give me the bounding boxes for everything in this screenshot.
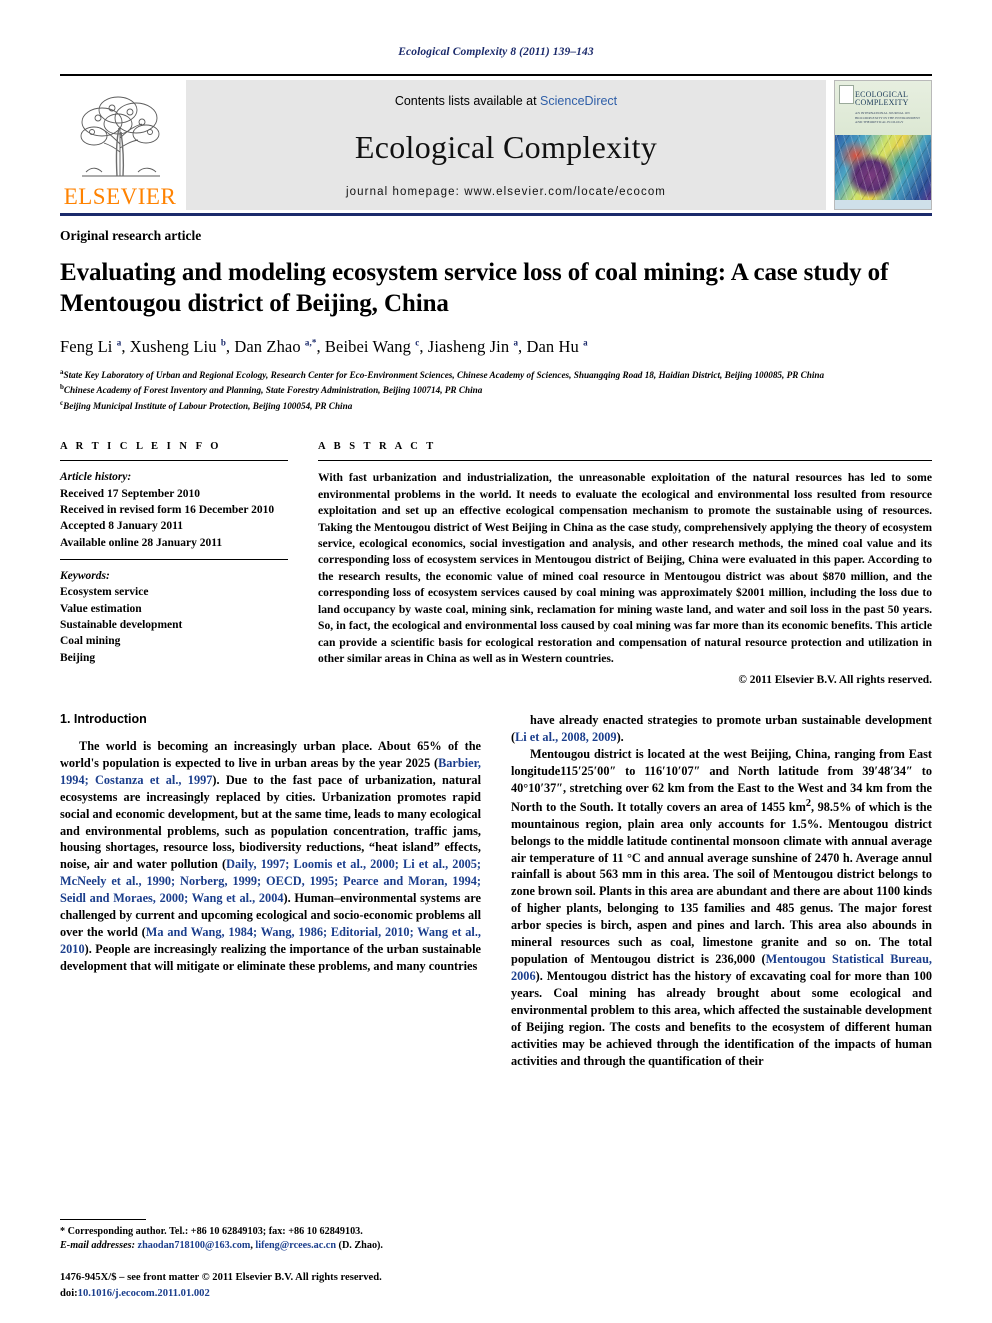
cover-artwork bbox=[835, 134, 931, 209]
keywords-rule bbox=[60, 558, 288, 560]
article-history-group: Article history: Received 17 September 2… bbox=[60, 469, 288, 551]
elsevier-wordmark: ELSEVIER bbox=[63, 184, 177, 209]
article-page: Ecological Complexity 8 (2011) 139–143 E… bbox=[0, 0, 992, 1323]
keyword-item: Beijing bbox=[60, 651, 96, 664]
masthead-center-panel: Contents lists available at ScienceDirec… bbox=[186, 80, 826, 210]
copyright-line: © 2011 Elsevier B.V. All rights reserved… bbox=[738, 673, 932, 686]
corresponding-author-note: * Corresponding author. Tel.: +86 10 628… bbox=[60, 1225, 363, 1237]
journal-homepage-line[interactable]: journal homepage: www.elsevier.com/locat… bbox=[346, 186, 666, 198]
elsevier-logo: ELSEVIER bbox=[60, 80, 180, 210]
cover-title: ECOLOGICAL COMPLEXITY bbox=[855, 90, 909, 108]
history-item: Received 17 September 2010 bbox=[60, 487, 200, 500]
page-title: Evaluating and modeling ecosystem servic… bbox=[60, 259, 889, 317]
contents-available-line: Contents lists available at ScienceDirec… bbox=[395, 94, 617, 108]
keyword-item: Ecosystem service bbox=[60, 586, 149, 599]
abstract-label: A B S T R A C T bbox=[318, 441, 437, 453]
masthead-bottom-rule bbox=[60, 213, 932, 216]
sciencedirect-link[interactable]: ScienceDirect bbox=[540, 94, 617, 108]
history-item: Accepted 8 January 2011 bbox=[60, 520, 183, 533]
affiliation-b: bChinese Academy of Forest Inventory and… bbox=[60, 383, 483, 396]
article-info-rule bbox=[60, 460, 288, 462]
body-column-right: have already enacted strategies to promo… bbox=[511, 712, 932, 1070]
cover-bottom-band bbox=[835, 200, 931, 209]
body-column-left: 1. Introduction The world is becoming an… bbox=[60, 712, 481, 1070]
paragraph: Mentougou district is located at the wes… bbox=[511, 746, 932, 1069]
paragraph: have already enacted strategies to promo… bbox=[511, 712, 932, 744]
article-type: Original research article bbox=[60, 228, 202, 243]
running-head: Ecological Complexity 8 (2011) 139–143 bbox=[398, 46, 594, 58]
article-info-label: A R T I C L E I N F O bbox=[60, 441, 222, 453]
abstract-column: A B S T R A C T With fast urbanization a… bbox=[310, 441, 932, 686]
journal-title: Ecological Complexity bbox=[354, 128, 658, 165]
body-columns: 1. Introduction The world is becoming an… bbox=[60, 712, 932, 1070]
article-info-column: A R T I C L E I N F O Article history: R… bbox=[60, 441, 310, 685]
history-item: Received in revised form 16 December 201… bbox=[60, 503, 275, 516]
abstract-text: With fast urbanization and industrializa… bbox=[318, 471, 932, 666]
imprint-block: 1476-945X/$ – see front matter © 2011 El… bbox=[60, 1270, 490, 1301]
keyword-item: Sustainable development bbox=[60, 618, 183, 631]
contents-prefix: Contents lists available at bbox=[394, 94, 541, 108]
issn-frontmatter-line: 1476-945X/$ – see front matter © 2011 El… bbox=[60, 1272, 382, 1284]
keyword-item: Coal mining bbox=[60, 635, 121, 648]
keywords-group: Keywords: Ecosystem service Value estima… bbox=[60, 568, 288, 666]
masthead-top-rule bbox=[60, 74, 932, 76]
cover-publisher-badge-icon bbox=[839, 85, 854, 104]
author-list: Feng Li a, Xusheng Liu b, Dan Zhao a,*, … bbox=[60, 337, 588, 356]
section-heading-introduction: 1. Introduction bbox=[60, 711, 147, 726]
paragraph: The world is becoming an increasingly ur… bbox=[60, 738, 481, 974]
info-abstract-block: A R T I C L E I N F O Article history: R… bbox=[60, 441, 932, 686]
doi-line[interactable]: doi:10.1016/j.ecocom.2011.01.002 bbox=[60, 1286, 490, 1301]
email-addresses-note: E-mail addresses: zhaodan718100@163.com,… bbox=[60, 1239, 383, 1251]
keyword-item: Value estimation bbox=[60, 602, 142, 615]
journal-cover-thumbnail: ECOLOGICAL COMPLEXITY AN INTERNATIONAL J… bbox=[834, 80, 932, 210]
abstract-rule bbox=[318, 460, 932, 462]
article-history-title: Article history: bbox=[60, 471, 132, 484]
affiliation-c: cBeijing Municipal Institute of Labour P… bbox=[60, 398, 353, 411]
journal-masthead: ELSEVIER Contents lists available at Sci… bbox=[60, 80, 932, 210]
affiliation-a: aState Key Laboratory of Urban and Regio… bbox=[60, 368, 825, 381]
footnote-area: * Corresponding author. Tel.: +86 10 628… bbox=[60, 1218, 475, 1253]
keywords-title: Keywords: bbox=[60, 569, 110, 582]
footnote-rule bbox=[60, 1218, 146, 1220]
history-item: Available online 28 January 2011 bbox=[60, 536, 223, 549]
affiliation-list: aState Key Laboratory of Urban and Regio… bbox=[60, 367, 932, 413]
elsevier-tree-icon bbox=[80, 96, 160, 177]
cover-subtitle: AN INTERNATIONAL JOURNAL ON BIOCOMPLEXIT… bbox=[855, 111, 921, 125]
